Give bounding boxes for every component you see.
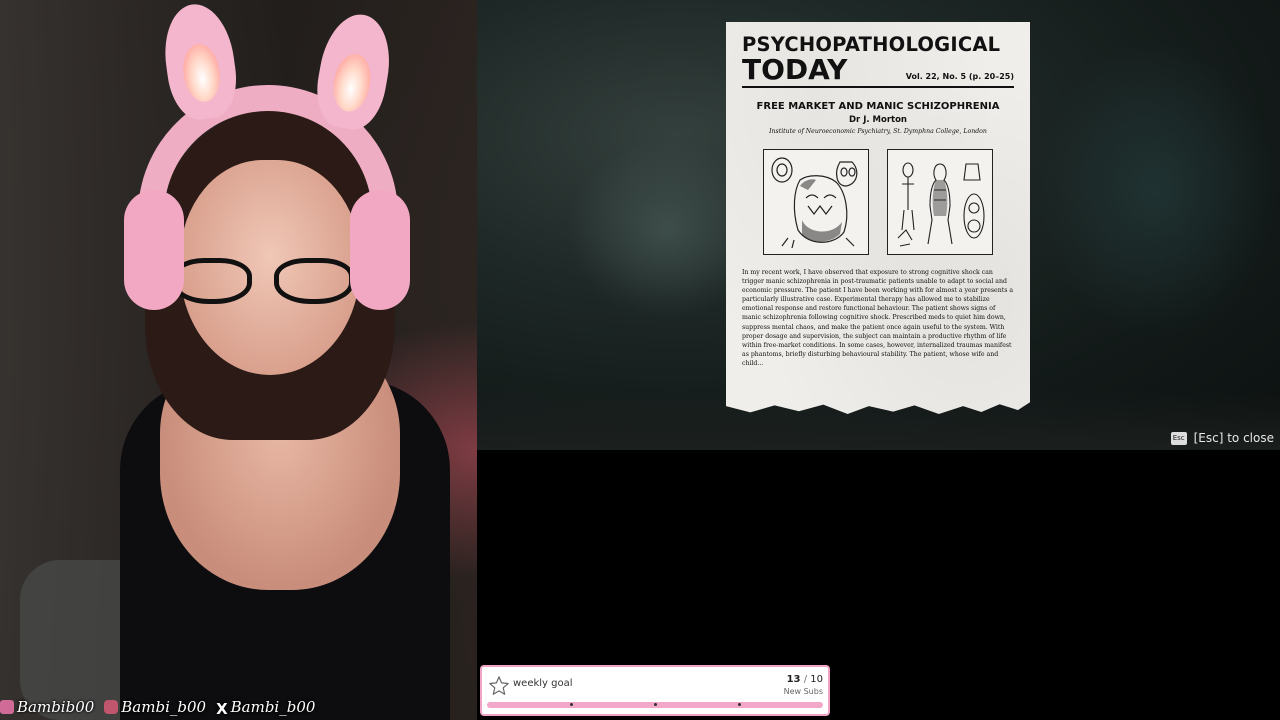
goal-milestone-tick — [570, 703, 573, 706]
social-x: X Bambi_b00 — [216, 698, 316, 718]
journal-volume: Vol. 22, No. 5 (p. 20–25) — [905, 72, 1014, 81]
webcam-feed: Bambib00 Bambi_b00 X Bambi_b00 — [0, 0, 477, 720]
social-handle: Bambi_b00 — [121, 698, 207, 716]
goal-current: 13 — [786, 674, 801, 685]
instagram-icon — [104, 700, 119, 714]
masthead-divider — [742, 86, 1014, 88]
article-institution: Institute of Neuroeconomic Psychiatry, S… — [769, 128, 987, 135]
social-instagram: Bambi_b00 — [104, 698, 206, 716]
journal-page: PSYCHOPATHOLOGICAL TODAY Vol. 22, No. 5 … — [726, 22, 1030, 414]
article-headline: FREE MARKET AND MANIC SCHIZOPHRENIA — [756, 101, 1000, 112]
article-body: In my recent work, I have observed that … — [742, 269, 1014, 367]
close-hint[interactable]: Esc [Esc] to close — [1170, 431, 1274, 445]
weekly-goal-widget: weekly goal 13 / 10 New Subs — [480, 665, 830, 716]
star-icon — [488, 675, 510, 701]
esc-key-icon: Esc — [1170, 431, 1187, 445]
article-author: Dr J. Morton — [848, 115, 907, 125]
social-twitch: Bambib00 — [0, 698, 94, 716]
goal-separator: / — [803, 674, 808, 685]
social-handles: Bambib00 Bambi_b00 X Bambi_b00 — [0, 696, 315, 718]
social-handle: Bambi_b00 — [230, 698, 316, 716]
goal-milestone-tick — [654, 703, 657, 706]
figure-phantom-sketch — [887, 149, 993, 255]
game-view: PSYCHOPATHOLOGICAL TODAY Vol. 22, No. 5 … — [477, 0, 1280, 450]
close-hint-label: [Esc] to close — [1193, 431, 1274, 445]
x-icon: X — [216, 700, 228, 718]
goal-count: 13 / 10 — [787, 674, 823, 685]
goal-milestone-tick — [738, 703, 741, 706]
goal-target: 10 — [810, 674, 823, 685]
goal-unit: New Subs — [783, 687, 823, 696]
journal-masthead-today: TODAY — [742, 53, 848, 86]
social-handle: Bambib00 — [17, 698, 95, 716]
figure-monster-head — [763, 149, 869, 255]
twitch-icon — [0, 700, 14, 714]
goal-label: weekly goal — [513, 678, 573, 689]
